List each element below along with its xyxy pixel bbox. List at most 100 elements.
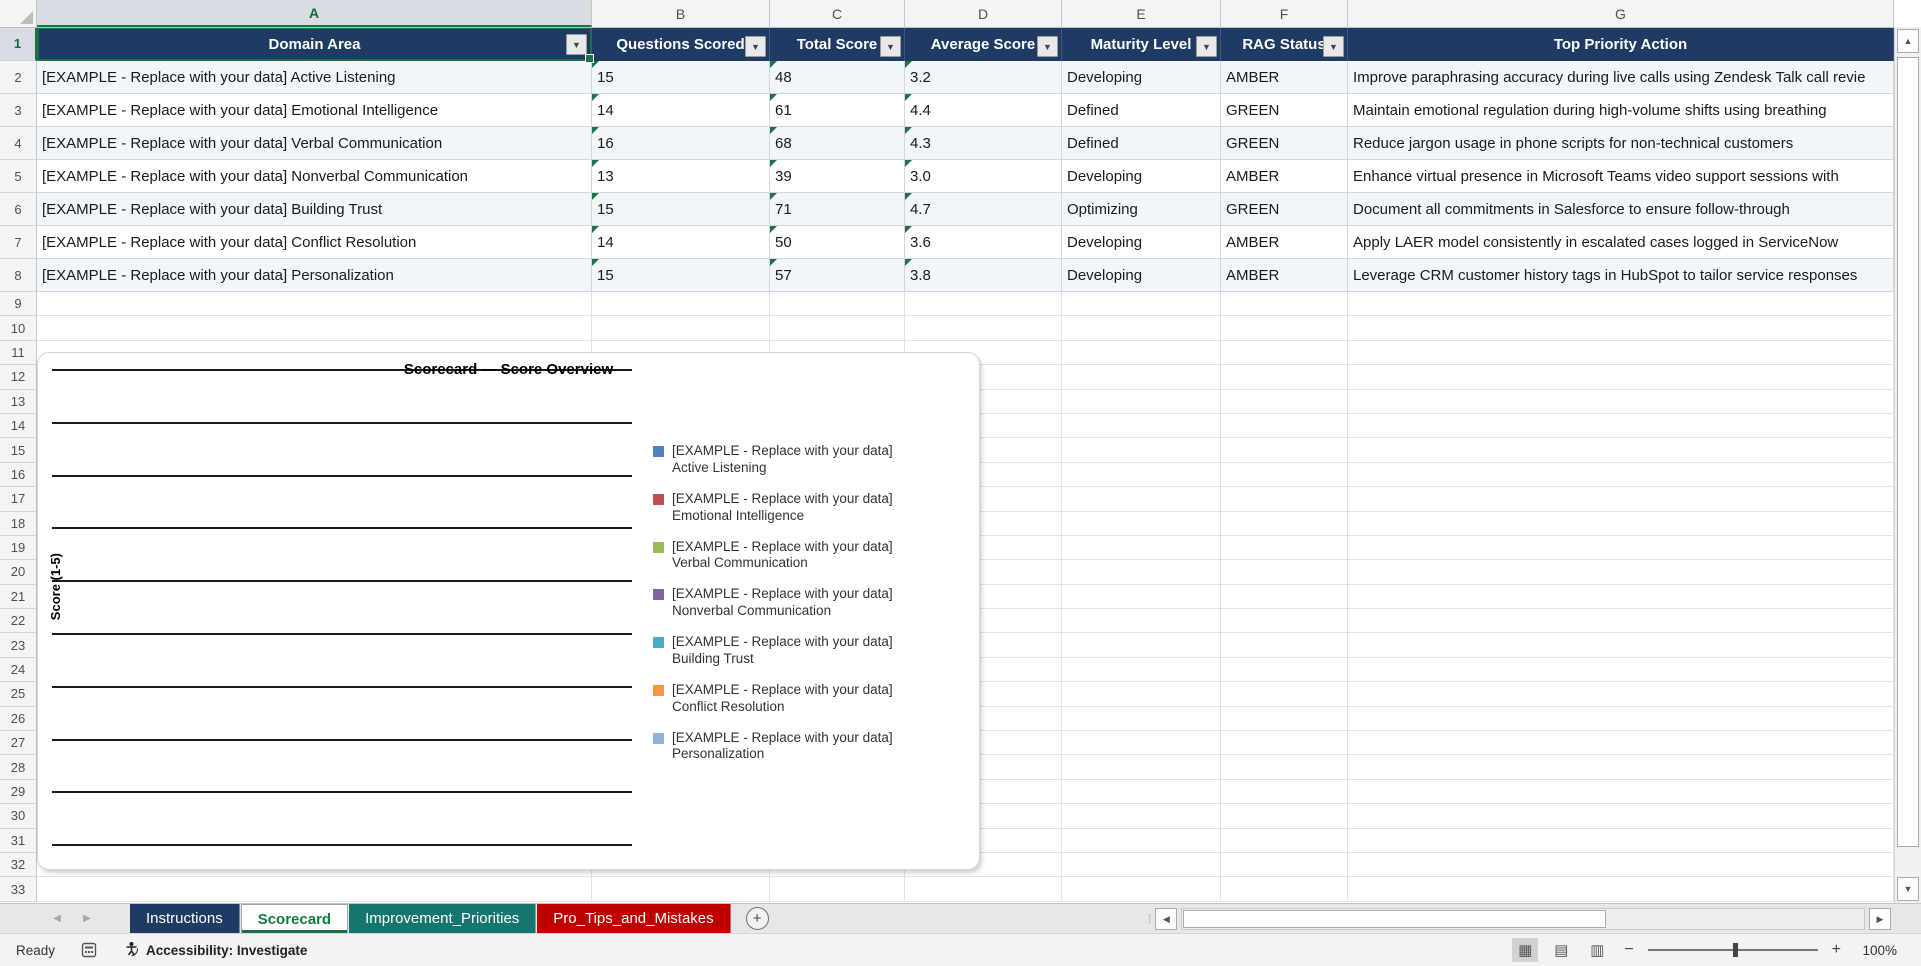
column-header-E[interactable]: E [1062, 0, 1221, 27]
cell-C10[interactable] [770, 316, 905, 340]
scroll-down-icon[interactable]: ▼ [1897, 877, 1919, 901]
row-header-31[interactable]: 31 [0, 829, 37, 853]
cell-F26[interactable] [1221, 707, 1348, 731]
cell-B8[interactable]: 15 [592, 259, 770, 292]
tab-pro_tips_and_mistakes[interactable]: Pro_Tips_and_Mistakes [537, 904, 730, 933]
cell-F24[interactable] [1221, 658, 1348, 682]
cell-A7[interactable]: [EXAMPLE - Replace with your data] Confl… [37, 226, 592, 259]
row-header-15[interactable]: 15 [0, 438, 37, 462]
row-header-5[interactable]: 5 [0, 160, 37, 193]
cell-F30[interactable] [1221, 804, 1348, 828]
header-cell-questions-scored[interactable]: Questions Scored▼ [592, 27, 770, 61]
scroll-up-icon[interactable]: ▲ [1897, 29, 1919, 53]
view-page-layout-button[interactable]: ▤ [1548, 938, 1574, 962]
cell-B4[interactable]: 16 [592, 127, 770, 160]
cell-A6[interactable]: [EXAMPLE - Replace with your data] Build… [37, 193, 592, 226]
horizontal-scrollbar[interactable]: ⁞ ◀ ▶ [1148, 908, 1891, 930]
cell-G4[interactable]: Reduce jargon usage in phone scripts for… [1348, 127, 1894, 160]
cell-E13[interactable] [1062, 390, 1221, 414]
cell-F15[interactable] [1221, 438, 1348, 462]
scroll-left-icon[interactable]: ◀ [1155, 908, 1177, 930]
cell-E30[interactable] [1062, 804, 1221, 828]
row-header-13[interactable]: 13 [0, 390, 37, 414]
cell-F11[interactable] [1221, 341, 1348, 365]
cell-C6[interactable]: 71 [770, 193, 905, 226]
scrollbar-resize-handle[interactable]: ⁞ [1148, 913, 1151, 925]
cell-F10[interactable] [1221, 316, 1348, 340]
row-header-8[interactable]: 8 [0, 259, 37, 292]
cell-B9[interactable] [592, 292, 770, 316]
row-header-20[interactable]: 20 [0, 560, 37, 584]
macro-record-icon[interactable] [81, 942, 97, 958]
cell-F6[interactable]: GREEN [1221, 193, 1348, 226]
embedded-chart[interactable]: Scorecard — Score Overview Score (1-5) [… [37, 352, 980, 870]
column-header-D[interactable]: D [905, 0, 1062, 27]
cell-G11[interactable] [1348, 341, 1894, 365]
row-header-26[interactable]: 26 [0, 707, 37, 731]
cell-E10[interactable] [1062, 316, 1221, 340]
cell-F27[interactable] [1221, 731, 1348, 755]
vertical-scroll-thumb[interactable] [1897, 57, 1919, 847]
filter-dropdown-icon[interactable]: ▼ [745, 36, 766, 57]
tab-nav-right-icon[interactable]: ▶ [72, 904, 102, 933]
view-normal-button[interactable]: ▦ [1512, 938, 1538, 962]
cell-E7[interactable]: Developing [1062, 226, 1221, 259]
selection-fill-handle[interactable] [585, 54, 594, 63]
cell-C9[interactable] [770, 292, 905, 316]
cell-E26[interactable] [1062, 707, 1221, 731]
cell-B6[interactable]: 15 [592, 193, 770, 226]
cell-F25[interactable] [1221, 682, 1348, 706]
header-cell-domain-area[interactable]: Domain Area▼ [37, 27, 592, 61]
cell-F3[interactable]: GREEN [1221, 94, 1348, 127]
row-header-29[interactable]: 29 [0, 780, 37, 804]
row-header-28[interactable]: 28 [0, 755, 37, 779]
cell-F2[interactable]: AMBER [1221, 61, 1348, 94]
cell-C5[interactable]: 39 [770, 160, 905, 193]
cell-F29[interactable] [1221, 780, 1348, 804]
cell-C4[interactable]: 68 [770, 127, 905, 160]
row-header-4[interactable]: 4 [0, 127, 37, 160]
tab-instructions[interactable]: Instructions [130, 904, 240, 933]
cell-E17[interactable] [1062, 487, 1221, 511]
zoom-level-label[interactable]: 100% [1855, 943, 1897, 958]
row-header-23[interactable]: 23 [0, 633, 37, 657]
cell-E19[interactable] [1062, 536, 1221, 560]
cell-E9[interactable] [1062, 292, 1221, 316]
cell-D10[interactable] [905, 316, 1062, 340]
row-header-1[interactable]: 1 [0, 27, 37, 61]
row-header-22[interactable]: 22 [0, 609, 37, 633]
row-header-2[interactable]: 2 [0, 61, 37, 94]
cell-G5[interactable]: Enhance virtual presence in Microsoft Te… [1348, 160, 1894, 193]
zoom-slider-thumb[interactable] [1733, 943, 1738, 957]
cell-G14[interactable] [1348, 414, 1894, 438]
column-header-B[interactable]: B [592, 0, 770, 27]
cell-G25[interactable] [1348, 682, 1894, 706]
zoom-slider[interactable] [1648, 943, 1818, 957]
cell-G20[interactable] [1348, 560, 1894, 584]
cell-E27[interactable] [1062, 731, 1221, 755]
row-header-16[interactable]: 16 [0, 463, 37, 487]
scroll-right-icon[interactable]: ▶ [1869, 908, 1891, 930]
cell-A5[interactable]: [EXAMPLE - Replace with your data] Nonve… [37, 160, 592, 193]
cell-B5[interactable]: 13 [592, 160, 770, 193]
cell-E24[interactable] [1062, 658, 1221, 682]
cell-F9[interactable] [1221, 292, 1348, 316]
zoom-out-button[interactable]: − [1620, 941, 1637, 959]
cell-E11[interactable] [1062, 341, 1221, 365]
row-header-14[interactable]: 14 [0, 414, 37, 438]
cell-C2[interactable]: 48 [770, 61, 905, 94]
cell-E23[interactable] [1062, 633, 1221, 657]
filter-dropdown-icon[interactable]: ▼ [1037, 36, 1058, 57]
cell-F12[interactable] [1221, 365, 1348, 389]
cell-D3[interactable]: 4.4 [905, 94, 1062, 127]
cell-B7[interactable]: 14 [592, 226, 770, 259]
cell-F19[interactable] [1221, 536, 1348, 560]
cell-D9[interactable] [905, 292, 1062, 316]
row-header-21[interactable]: 21 [0, 585, 37, 609]
cell-E4[interactable]: Defined [1062, 127, 1221, 160]
row-header-25[interactable]: 25 [0, 682, 37, 706]
header-cell-maturity-level[interactable]: Maturity Level▼ [1062, 27, 1221, 61]
cell-E3[interactable]: Defined [1062, 94, 1221, 127]
select-all-button[interactable] [0, 0, 37, 27]
cell-C33[interactable] [770, 877, 905, 901]
